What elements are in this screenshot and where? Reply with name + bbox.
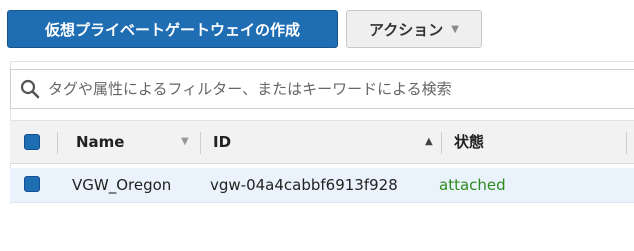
filter-search-bar[interactable] xyxy=(10,69,634,109)
column-header-name[interactable]: Name xyxy=(76,121,124,165)
row-state: attached xyxy=(439,176,506,194)
table-header: Name ▼ ID ▲ 状態 xyxy=(10,120,634,164)
select-all-checkbox[interactable] xyxy=(24,134,40,150)
chevron-down-icon: ▼ xyxy=(451,23,459,35)
column-header-id[interactable]: ID xyxy=(213,121,231,165)
row-name: VGW_Oregon xyxy=(72,176,172,194)
row-checkbox[interactable] xyxy=(24,176,40,192)
column-header-state[interactable]: 状態 xyxy=(454,121,484,165)
actions-button-label: アクション xyxy=(369,20,444,39)
sort-asc-icon[interactable]: ▲ xyxy=(425,121,433,165)
create-button-label: 仮想プライベートゲートウェイの作成 xyxy=(44,20,300,39)
search-icon xyxy=(20,79,40,99)
column-divider xyxy=(626,132,627,154)
column-divider xyxy=(441,132,442,154)
column-divider xyxy=(57,132,58,154)
sort-desc-icon[interactable]: ▼ xyxy=(181,121,189,165)
filter-search-input[interactable] xyxy=(46,79,610,99)
table-row[interactable]: VGW_Oregon vgw-04a4cabbf6913f928 attache… xyxy=(10,168,634,203)
column-divider xyxy=(200,132,201,154)
row-id: vgw-04a4cabbf6913f928 xyxy=(210,176,398,194)
create-virtual-private-gateway-button[interactable]: 仮想プライベートゲートウェイの作成 xyxy=(7,10,338,48)
actions-dropdown-button[interactable]: アクション ▼ xyxy=(346,10,482,48)
